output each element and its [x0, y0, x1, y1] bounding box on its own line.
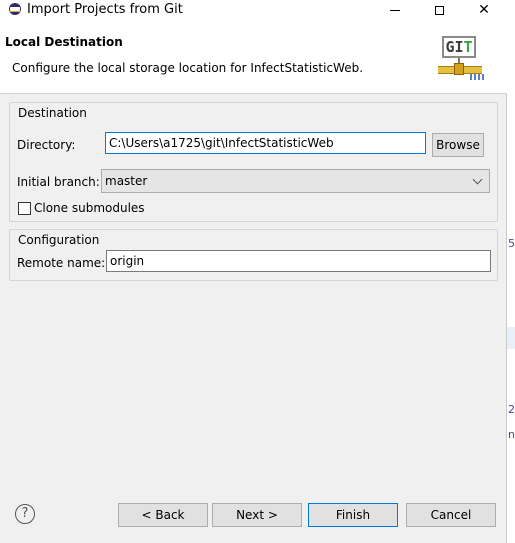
- minimize-button[interactable]: [373, 0, 417, 20]
- wizard-header: Local Destination Configure the local st…: [0, 20, 507, 94]
- maximize-icon: [434, 5, 444, 15]
- destination-group-label: Destination: [18, 106, 87, 120]
- chevron-down-icon: [472, 174, 483, 185]
- background-text: 5: [508, 237, 515, 250]
- maximize-button[interactable]: [417, 0, 461, 20]
- finish-button[interactable]: Finish: [308, 503, 398, 527]
- remote-name-label: Remote name:: [17, 256, 106, 270]
- background-editor: [507, 0, 515, 543]
- title-bar[interactable]: Import Projects from Git ✕: [0, 0, 507, 20]
- configuration-group-label: Configuration: [18, 233, 100, 247]
- minimize-icon: [390, 9, 400, 11]
- background-text: 2: [508, 403, 515, 416]
- back-button[interactable]: < Back: [118, 503, 208, 527]
- background-text: n: [508, 428, 515, 441]
- help-icon[interactable]: ?: [15, 504, 35, 524]
- import-dialog: Import Projects from Git ✕ Local Destina…: [0, 0, 507, 543]
- page-description: Configure the local storage location for…: [12, 61, 364, 75]
- remote-name-input[interactable]: origin: [106, 250, 491, 272]
- next-button[interactable]: Next >: [212, 503, 302, 527]
- git-logo-icon: GIT: [438, 36, 486, 80]
- clone-submodules-checkbox[interactable]: [18, 202, 31, 215]
- clone-submodules-label[interactable]: Clone submodules: [34, 201, 145, 215]
- cancel-button[interactable]: Cancel: [406, 503, 496, 527]
- window-title: Import Projects from Git: [27, 2, 183, 17]
- page-title: Local Destination: [5, 35, 123, 49]
- close-button[interactable]: ✕: [462, 0, 506, 20]
- browse-button[interactable]: Browse: [432, 133, 484, 157]
- initial-branch-label: Initial branch:: [17, 175, 100, 189]
- eclipse-icon: [9, 3, 21, 15]
- git-logo-text: GIT: [442, 36, 476, 58]
- directory-label: Directory:: [17, 138, 76, 152]
- configuration-group: Configuration Remote name: origin: [9, 229, 498, 281]
- destination-group: Destination Directory: C:\Users\a1725\gi…: [9, 102, 498, 222]
- initial-branch-select[interactable]: master: [101, 169, 490, 193]
- initial-branch-value: master: [105, 174, 148, 188]
- close-icon: ✕: [478, 2, 490, 18]
- background-highlight: [507, 327, 515, 349]
- directory-input[interactable]: C:\Users\a1725\git\InfectStatisticWeb: [105, 132, 426, 154]
